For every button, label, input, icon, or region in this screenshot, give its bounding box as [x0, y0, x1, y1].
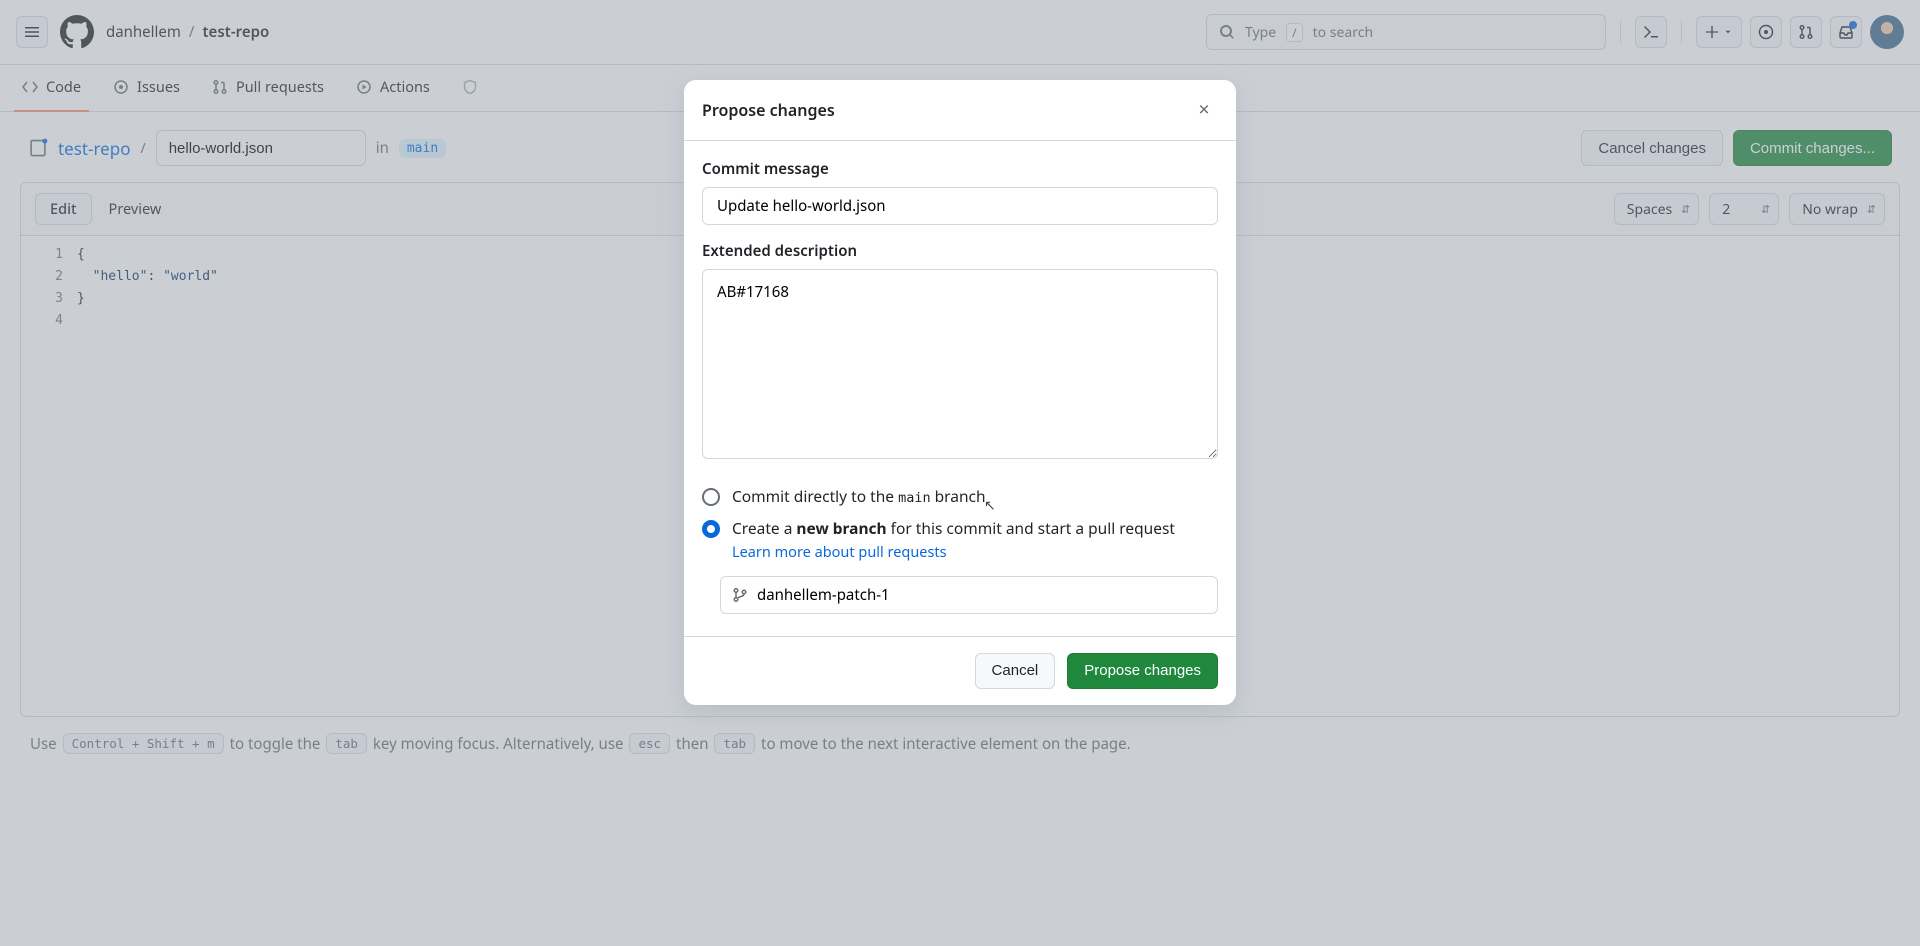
radio-commit-direct[interactable]: Commit directly to the main branch	[702, 486, 1218, 508]
radio-icon[interactable]	[702, 488, 720, 506]
modal-header: Propose changes	[684, 80, 1236, 141]
modal-close-button[interactable]	[1190, 96, 1218, 124]
commit-message-input[interactable]	[702, 187, 1218, 225]
modal-body: Commit message Extended description AB#1…	[684, 141, 1236, 636]
radio-icon[interactable]	[702, 520, 720, 538]
git-branch-icon	[732, 587, 748, 603]
extended-description-input[interactable]: AB#17168	[702, 269, 1218, 459]
extended-description-label: Extended description	[702, 241, 1218, 261]
branch-name-field	[720, 576, 1218, 614]
modal-footer: Cancel Propose changes	[684, 636, 1236, 705]
modal-overlay[interactable]: Propose changes Commit message Extended …	[0, 0, 1920, 946]
radio-label: Commit directly to the main branch	[732, 486, 986, 508]
learn-more-link[interactable]: Learn more about pull requests	[732, 542, 1175, 562]
modal-title: Propose changes	[702, 99, 835, 121]
branch-name-input[interactable]	[720, 576, 1218, 614]
radio-new-branch[interactable]: Create a new branch for this commit and …	[702, 518, 1218, 562]
close-icon	[1196, 102, 1212, 118]
propose-changes-button[interactable]: Propose changes	[1067, 653, 1218, 689]
propose-changes-dialog: Propose changes Commit message Extended …	[684, 80, 1236, 705]
radio-label: Create a new branch for this commit and …	[732, 518, 1175, 562]
modal-cancel-button[interactable]: Cancel	[975, 653, 1056, 689]
commit-message-label: Commit message	[702, 159, 1218, 179]
